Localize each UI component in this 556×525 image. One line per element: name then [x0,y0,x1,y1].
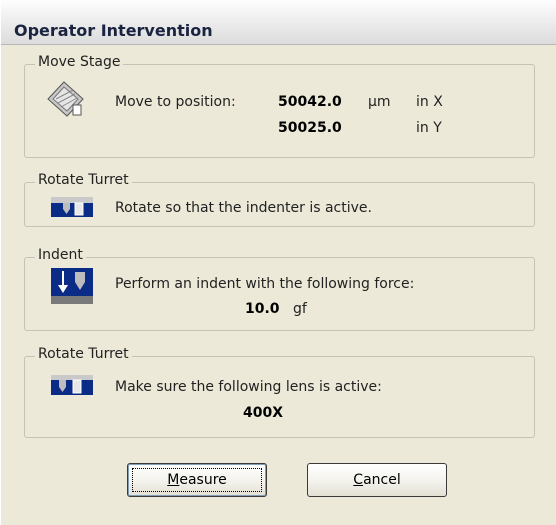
move-stage-instruction: Move to position: [115,94,236,110]
operator-intervention-dialog: Operator Intervention Move Stage Move to… [0,0,556,525]
turret-lens-icon [51,375,93,395]
move-stage-group: Move Stage Move to position: 50042.0 µm … [24,54,535,158]
rotate-turret-lens-group: Rotate Turret Make sure the following le… [24,346,535,438]
force-value: 10.0 [245,301,280,317]
x-axis-label: in X [416,94,443,110]
stage-icon [47,81,84,117]
indent-legend: Indent [35,247,86,263]
indent-group: Indent Perform an indent with the follow… [24,247,535,331]
indent-icon [51,268,93,304]
cancel-mnemonic: C [353,472,364,488]
measure-focus-ring [132,468,262,492]
force-unit: gf [293,301,307,317]
move-stage-legend: Move Stage [35,54,124,70]
rotate-turret-lens-instruction: Make sure the following lens is active: [115,379,382,395]
lens-value: 400X [243,405,284,421]
title-bar: Operator Intervention [1,0,556,45]
turret-indenter-icon [51,197,93,217]
rotate-turret-legend: Rotate Turret [35,172,132,188]
measure-button[interactable]: Measure [127,463,267,497]
x-position-value: 50042.0 [278,94,342,110]
cancel-label: ancel [363,472,401,488]
rotate-turret-lens-legend: Rotate Turret [35,346,132,362]
indent-instruction: Perform an indent with the following for… [115,276,415,292]
y-axis-label: in Y [416,120,442,136]
x-position-unit: µm [368,94,391,110]
rotate-turret-indenter-instruction: Rotate so that the indenter is active. [115,200,372,216]
dialog-title: Operator Intervention [14,21,213,40]
cancel-button[interactable]: Cancel [307,463,447,497]
y-position-value: 50025.0 [278,120,342,136]
rotate-turret-indenter-group: Rotate Turret Rotate so that the indente… [24,172,535,227]
